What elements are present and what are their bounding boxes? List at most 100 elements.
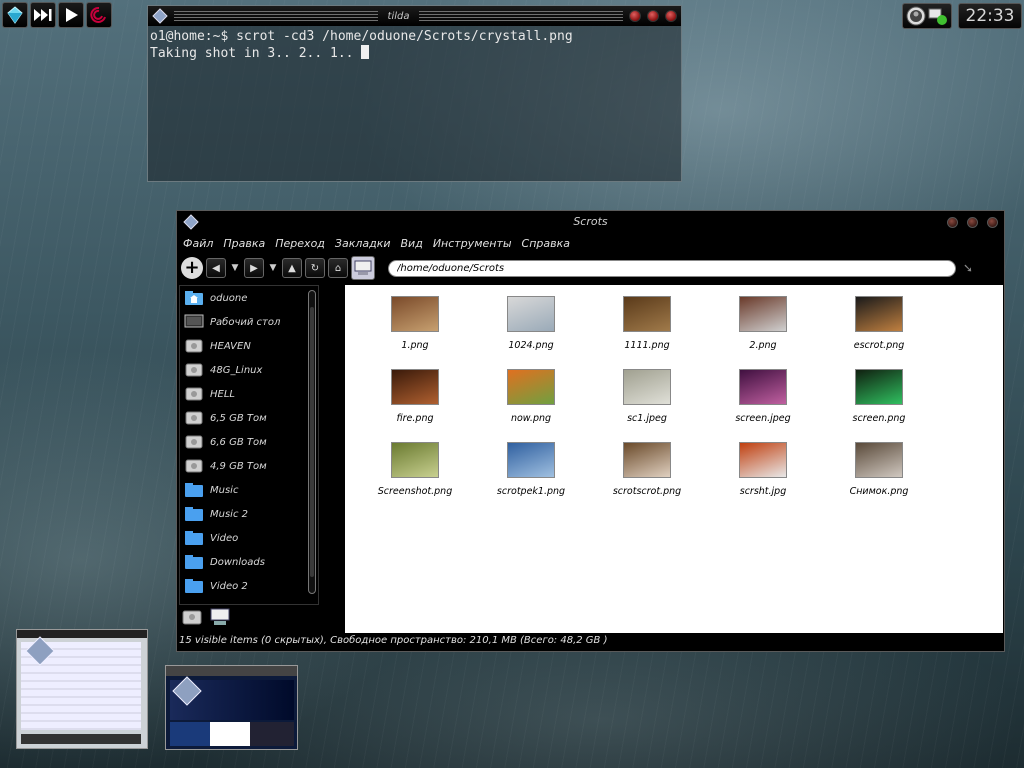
sidebar-item-4-9-gb-том[interactable]: 4,9 GB Том bbox=[180, 454, 318, 478]
menu-bookmarks[interactable]: Закладки bbox=[335, 237, 391, 250]
terminal-minimize-button[interactable] bbox=[629, 10, 642, 22]
preview-toolbar bbox=[166, 666, 297, 676]
file-item[interactable]: scrotscrot.png bbox=[589, 442, 705, 515]
file-thumbnail bbox=[739, 296, 787, 332]
network-icon[interactable] bbox=[928, 6, 948, 26]
up-button[interactable]: ▲ bbox=[282, 258, 302, 278]
go-arrow-icon[interactable]: ➘ bbox=[963, 261, 973, 275]
file-item[interactable]: 1.png bbox=[357, 296, 473, 369]
file-name: 2.png bbox=[749, 340, 777, 351]
minimize-button[interactable] bbox=[947, 216, 958, 228]
file-thumbnail bbox=[507, 442, 555, 478]
menu-help[interactable]: Справка bbox=[522, 237, 570, 250]
file-item[interactable]: scrsht.jpg bbox=[705, 442, 821, 515]
file-manager-window[interactable]: Scrots Файл Правка Переход Закладки Вид … bbox=[176, 210, 1005, 652]
sidebar-item-downloads[interactable]: Downloads bbox=[180, 550, 318, 574]
file-thumbnail bbox=[507, 369, 555, 405]
drive-icon bbox=[185, 339, 203, 353]
scrollbar-thumb[interactable] bbox=[310, 307, 314, 577]
file-thumbnail bbox=[391, 369, 439, 405]
places-button[interactable] bbox=[351, 256, 375, 280]
file-thumbnail bbox=[623, 296, 671, 332]
maximize-button[interactable] bbox=[967, 216, 978, 228]
sidebar-item-48g-linux[interactable]: 48G_Linux bbox=[180, 358, 318, 382]
sidebar-item-video-2[interactable]: Video 2 bbox=[180, 574, 318, 598]
menu-file[interactable]: Файл bbox=[183, 237, 213, 250]
panel-clock[interactable]: 22:33 bbox=[958, 3, 1022, 29]
menu-edit[interactable]: Правка bbox=[223, 237, 265, 250]
back-history-dropdown[interactable]: ▼ bbox=[229, 263, 241, 273]
skip-forward-button[interactable] bbox=[30, 2, 56, 28]
file-item[interactable]: Screenshot.png bbox=[357, 442, 473, 515]
play-button[interactable] bbox=[58, 2, 84, 28]
home-button[interactable]: ⌂ bbox=[328, 258, 348, 278]
chat-window-preview[interactable] bbox=[16, 629, 148, 749]
plus-icon: + bbox=[184, 257, 200, 278]
menu-tools[interactable]: Инструменты bbox=[433, 237, 512, 250]
terminal-close-button[interactable] bbox=[665, 10, 678, 22]
skip-forward-icon bbox=[34, 9, 52, 21]
location-input[interactable] bbox=[388, 259, 956, 277]
sidebar-item-hell[interactable]: HELL bbox=[180, 382, 318, 406]
terminal-title: tilda bbox=[387, 10, 410, 22]
file-item[interactable]: 1111.png bbox=[589, 296, 705, 369]
chevron-down-icon: ▼ bbox=[269, 263, 277, 273]
file-name: sc1.jpeg bbox=[627, 413, 667, 424]
computer-icon[interactable] bbox=[209, 607, 231, 627]
file-item[interactable]: Снимок.png bbox=[821, 442, 937, 515]
system-tray-panel: 22:33 bbox=[902, 2, 1022, 30]
sidebar-item-6-6-gb-том[interactable]: 6,6 GB Том bbox=[180, 430, 318, 454]
file-item[interactable]: screen.jpeg bbox=[705, 369, 821, 442]
file-item[interactable]: now.png bbox=[473, 369, 589, 442]
file-item[interactable]: sc1.jpeg bbox=[589, 369, 705, 442]
sidebar-item-label: Music bbox=[210, 484, 239, 496]
file-item[interactable]: screen.png bbox=[821, 369, 937, 442]
new-tab-button[interactable]: + bbox=[181, 257, 203, 279]
back-button[interactable]: ◀ bbox=[206, 258, 226, 278]
sidebar-item-label: 48G_Linux bbox=[210, 364, 263, 376]
drive-icon[interactable] bbox=[181, 607, 203, 627]
sidebar-item-music-2[interactable]: Music 2 bbox=[180, 502, 318, 526]
file-item[interactable]: fire.png bbox=[357, 369, 473, 442]
terminal-maximize-button[interactable] bbox=[647, 10, 660, 22]
menu-view[interactable]: Вид bbox=[401, 237, 423, 250]
reload-button[interactable]: ↻ bbox=[305, 258, 325, 278]
browser-window-preview[interactable] bbox=[165, 665, 298, 750]
sidebar-item-label: HELL bbox=[210, 388, 235, 400]
sidebar-item-video[interactable]: Video bbox=[180, 526, 318, 550]
close-button[interactable] bbox=[987, 216, 998, 228]
terminal-output[interactable]: o1@home:~$ scrot -cd3 /home/oduone/Scrot… bbox=[148, 26, 681, 65]
diamond-launcher-button[interactable] bbox=[2, 2, 28, 28]
folder-icon bbox=[185, 531, 203, 545]
file-item[interactable]: 1024.png bbox=[473, 296, 589, 369]
sidebar-item-рабочий-стол[interactable]: Рабочий стол bbox=[180, 310, 318, 334]
sidebar-item-oduone[interactable]: oduone bbox=[180, 286, 318, 310]
file-thumbnail bbox=[739, 369, 787, 405]
file-thumbnail bbox=[507, 296, 555, 332]
sidebar-item-6-5-gb-том[interactable]: 6,5 GB Том bbox=[180, 406, 318, 430]
file-item[interactable]: escrot.png bbox=[821, 296, 937, 369]
forward-history-dropdown[interactable]: ▼ bbox=[267, 263, 279, 273]
menu-go[interactable]: Переход bbox=[275, 237, 325, 250]
sidebar-item-heaven[interactable]: HEAVEN bbox=[180, 334, 318, 358]
window-menu-icon[interactable] bbox=[183, 214, 199, 230]
sidebar-item-label: 6,6 GB Том bbox=[210, 436, 267, 448]
forward-button[interactable]: ▶ bbox=[244, 258, 264, 278]
places-list: oduone Рабочий стол HEAVEN 48G_Linux HELL 6,5… bbox=[180, 286, 318, 598]
window-menu-icon[interactable] bbox=[152, 8, 168, 24]
file-thumbnail bbox=[623, 369, 671, 405]
file-manager-titlebar[interactable]: Scrots bbox=[177, 211, 1004, 233]
file-item[interactable]: scrotpek1.png bbox=[473, 442, 589, 515]
file-view[interactable]: 1.png 1024.png 1111.png 2.png escrot.png fire… bbox=[345, 285, 1003, 633]
file-name: scrsht.jpg bbox=[739, 486, 787, 497]
sidebar-scrollbar[interactable] bbox=[308, 290, 316, 594]
computer-icon bbox=[354, 260, 372, 275]
file-name: 1024.png bbox=[508, 340, 554, 351]
avatar-icon[interactable] bbox=[906, 6, 926, 26]
terminal-titlebar[interactable]: tilda bbox=[148, 6, 681, 26]
debian-menu-button[interactable] bbox=[86, 2, 112, 28]
terminal-line: Taking shot in 3.. 2.. 1.. bbox=[150, 45, 679, 62]
tilda-terminal-window[interactable]: tilda o1@home:~$ scrot -cd3 /home/oduone… bbox=[147, 5, 682, 182]
file-item[interactable]: 2.png bbox=[705, 296, 821, 369]
sidebar-item-music[interactable]: Music bbox=[180, 478, 318, 502]
